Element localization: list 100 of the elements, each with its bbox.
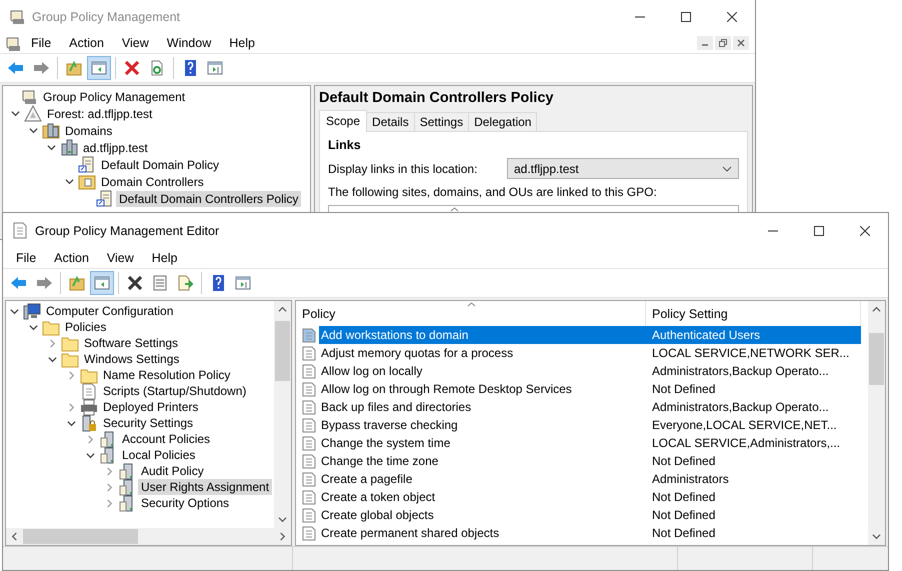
- policy-icon: [302, 400, 316, 414]
- console-tree-icon: [90, 59, 108, 77]
- delete-icon: [126, 274, 144, 292]
- folder-icon: [42, 318, 60, 336]
- policy-name[interactable]: Allow log on through Remote Desktop Services: [319, 380, 646, 398]
- scrollbar[interactable]: [6, 528, 291, 545]
- chevron-icon[interactable]: [10, 306, 19, 316]
- policy-name[interactable]: Allow log on locally: [319, 362, 646, 380]
- menu-item[interactable]: View: [98, 251, 143, 265]
- folder-icon: [61, 334, 79, 352]
- chevron-icon[interactable]: [11, 109, 20, 118]
- scrollbar-thumb[interactable]: [869, 333, 884, 385]
- tree-item[interactable]: Account Policies: [119, 431, 214, 447]
- tree-item[interactable]: ad.tfljpp.test: [80, 140, 151, 156]
- policy-name[interactable]: Add workstations to domain: [319, 326, 646, 344]
- menu-item[interactable]: File: [7, 251, 46, 265]
- policy-icon: [302, 382, 316, 396]
- policy-setting: Not Defined: [651, 489, 716, 506]
- chevron-icon[interactable]: [86, 450, 95, 460]
- policy-icon: [302, 526, 316, 540]
- triangle-icon: [24, 105, 42, 122]
- menu-item[interactable]: Action: [60, 36, 113, 50]
- policy-name[interactable]: Back up files and directories: [319, 398, 646, 416]
- chevron-icon[interactable]: [67, 418, 76, 428]
- console-tree-icon: [93, 274, 111, 292]
- policy-name[interactable]: Change the time zone: [319, 452, 646, 470]
- tree-item[interactable]: Software Settings: [81, 335, 182, 351]
- scrollbar-thumb[interactable]: [23, 529, 138, 544]
- sort-caret-icon: [467, 302, 476, 307]
- menu-item[interactable]: Window: [158, 36, 220, 50]
- tree-item[interactable]: Security Options: [138, 495, 232, 511]
- tree-item[interactable]: Domains: [62, 122, 116, 138]
- menu-item[interactable]: File: [22, 36, 60, 50]
- chevron-icon[interactable]: [47, 143, 56, 152]
- chevron-icon[interactable]: [65, 177, 74, 186]
- delete-icon: [123, 59, 141, 77]
- scroll-down-icon[interactable]: [872, 532, 881, 541]
- action-pane-icon: [206, 59, 224, 77]
- policy-heading: Default Domain Controllers Policy: [319, 90, 554, 106]
- close-icon[interactable]: [727, 12, 737, 22]
- tree-item[interactable]: Computer Configuration: [43, 303, 176, 319]
- tree-item[interactable]: Forest: ad.tfljpp.test: [44, 106, 156, 122]
- scrollbar[interactable]: [868, 301, 885, 545]
- chevron-icon[interactable]: [48, 354, 57, 364]
- menu-item[interactable]: View: [112, 36, 158, 50]
- tree-item[interactable]: Policies: [62, 319, 110, 335]
- policy-name[interactable]: Change the system time: [319, 434, 646, 452]
- server-lock-icon: [80, 414, 98, 432]
- location-dropdown[interactable]: ad.tfljpp.test: [507, 158, 739, 179]
- tree-item[interactable]: Default Domain Controllers Policy: [116, 190, 302, 206]
- window-title: Group Policy Management Editor: [35, 224, 220, 238]
- folder-up-icon: [65, 59, 83, 77]
- scroll-down-icon[interactable]: [278, 515, 287, 524]
- menu-item[interactable]: Action: [45, 251, 98, 265]
- policy-setting: LOCAL SERVICE,NETWORK SER...: [651, 345, 850, 362]
- policy-name[interactable]: Create global objects: [319, 506, 646, 524]
- menu-item[interactable]: Help: [220, 36, 264, 50]
- tree-item[interactable]: Deployed Printers: [100, 399, 202, 415]
- tree-item[interactable]: Windows Settings: [81, 351, 182, 367]
- tree-item[interactable]: Local Policies: [119, 447, 198, 463]
- tree-item[interactable]: Security Settings: [100, 415, 196, 431]
- tab[interactable]: Delegation: [468, 112, 538, 132]
- policy-link-icon: [78, 156, 96, 173]
- scrollbar-thumb[interactable]: [275, 321, 290, 381]
- scroll-right-icon[interactable]: [278, 532, 287, 541]
- policy-name[interactable]: Adjust memory quotas for a process: [319, 344, 646, 362]
- chevron-icon[interactable]: [29, 322, 38, 332]
- tree-item[interactable]: Domain Controllers: [98, 174, 207, 190]
- scrollbar[interactable]: [274, 301, 291, 528]
- close-icon[interactable]: [860, 226, 870, 236]
- window-title: Group Policy Management: [32, 10, 181, 24]
- printer-icon: [80, 398, 98, 416]
- policy-name[interactable]: Create permanent shared objects: [319, 524, 646, 542]
- menu-item[interactable]: Help: [142, 251, 186, 265]
- policy-name[interactable]: Bypass traverse checking: [319, 416, 646, 434]
- chevron-icon[interactable]: [29, 126, 38, 135]
- policy-icon: [302, 508, 316, 522]
- tree-item[interactable]: Audit Policy: [138, 463, 207, 479]
- policy-icon: [302, 472, 316, 486]
- scroll-up-icon[interactable]: [872, 305, 881, 314]
- forward-arrow-icon: [35, 274, 53, 292]
- policy-icon: [302, 364, 316, 378]
- policy-icon: [302, 490, 316, 504]
- folder-icon: [78, 173, 96, 190]
- field-label: Display links in this location:: [328, 162, 478, 176]
- scroll-left-icon[interactable]: [10, 532, 19, 541]
- maximize-icon[interactable]: [814, 226, 824, 236]
- policy-name[interactable]: Create a token object: [319, 488, 646, 506]
- tree-item[interactable]: Name Resolution Policy: [100, 367, 234, 383]
- tree-item[interactable]: User Rights Assignment: [138, 479, 272, 495]
- tree-item[interactable]: Scripts (Startup/Shutdown): [100, 383, 250, 399]
- policy-name[interactable]: Create a pagefile: [319, 470, 646, 488]
- restore-icon[interactable]: [719, 39, 727, 47]
- tree-item[interactable]: Default Domain Policy: [98, 156, 222, 172]
- tree-item[interactable]: Group Policy Management: [40, 88, 188, 104]
- tab[interactable]: Scope: [319, 110, 368, 132]
- policy-icon: [302, 328, 316, 342]
- maximize-icon[interactable]: [681, 12, 691, 22]
- policy-setting: Authenticated Users: [646, 326, 861, 344]
- scroll-up-icon[interactable]: [278, 305, 287, 314]
